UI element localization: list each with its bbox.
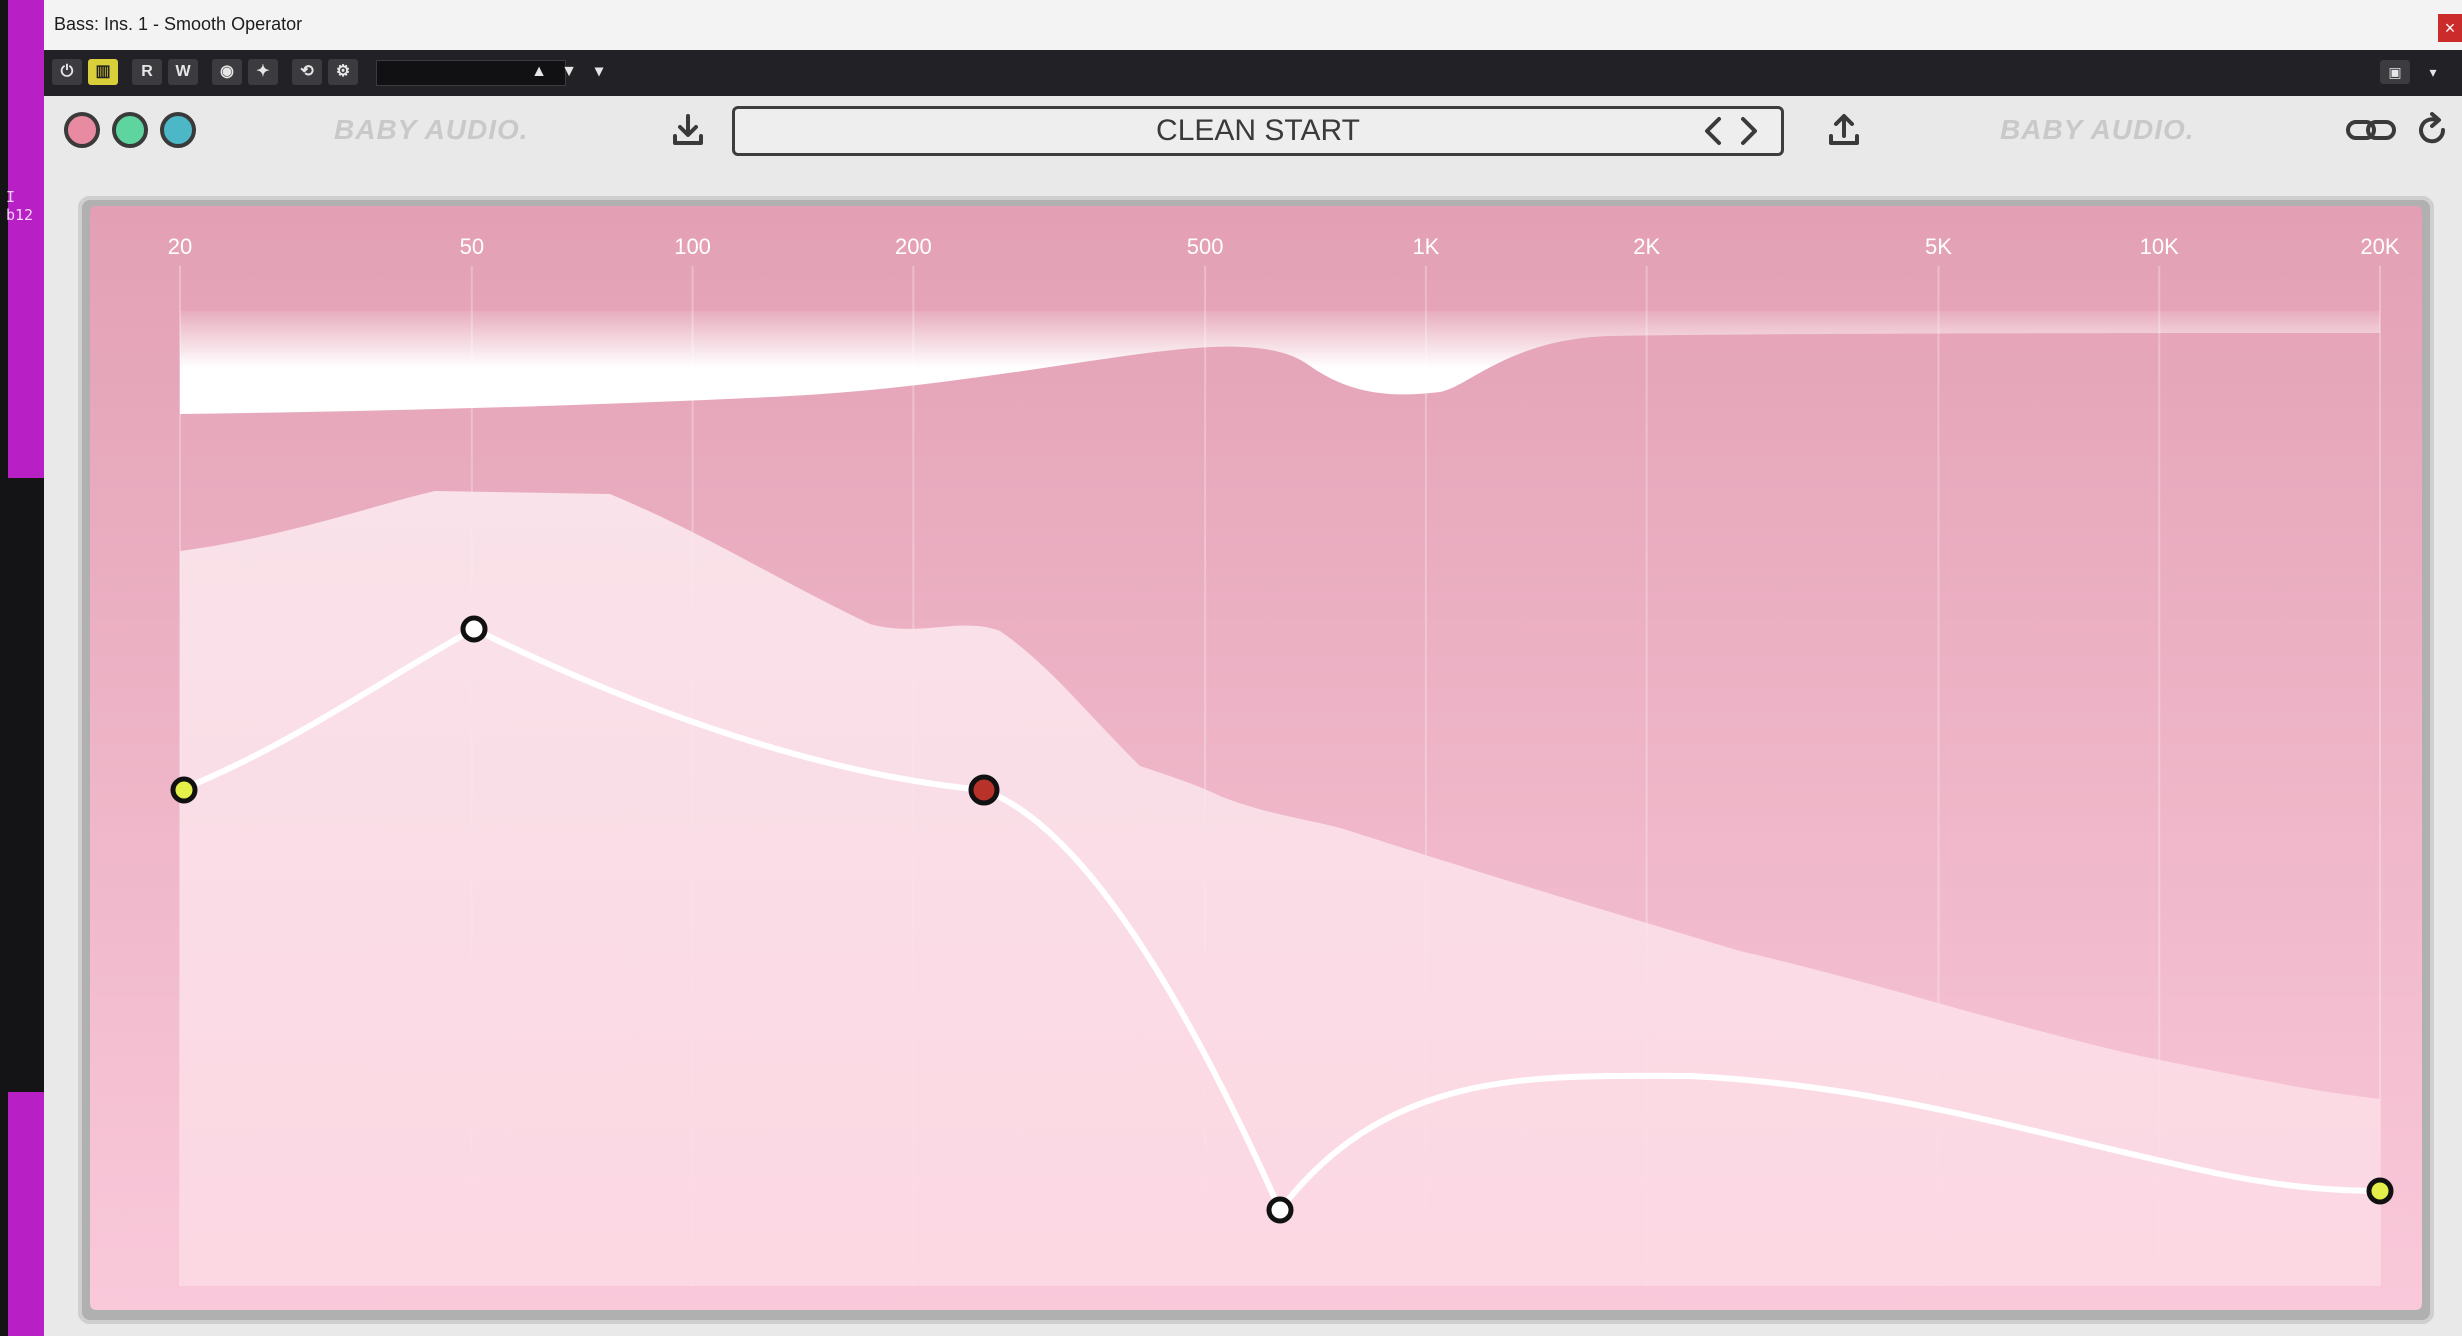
- mode-dot-green[interactable]: [112, 112, 148, 148]
- eq-node-notch[interactable]: [1266, 1196, 1294, 1224]
- plugin-body: BABY AUDIO. CLEAN START BABY AUDIO. 20 5…: [44, 96, 2462, 1336]
- title-bar[interactable]: Bass: Ins. 1 - Smooth Operator ×: [44, 0, 2462, 51]
- plus-button[interactable]: ✦: [248, 59, 278, 85]
- sync-button[interactable]: ⟲: [292, 59, 322, 85]
- plugin-window: Bass: Ins. 1 - Smooth Operator × ⏻ ▥ R W…: [44, 0, 2462, 1336]
- freq-label: 10K: [2140, 234, 2179, 259]
- save-preset-icon[interactable]: [668, 110, 708, 150]
- close-button[interactable]: ×: [2438, 14, 2462, 42]
- window-title: Bass: Ins. 1 - Smooth Operator: [54, 14, 303, 34]
- preset-down-button[interactable]: ▼: [554, 59, 584, 85]
- freq-label: 20K: [2360, 234, 2399, 259]
- host-toolbar: ⏻ ▥ R W ◉ ✦ ⟲ ⚙ ▲ ▼ ▾ ▣ ▾: [44, 50, 2462, 96]
- eq-node-high-shelf[interactable]: [2366, 1177, 2394, 1205]
- freq-label: 200: [895, 234, 932, 259]
- eq-display[interactable]: 20 50 100 200 500 1K 2K 5K 10K 20K: [90, 206, 2422, 1310]
- power-button[interactable]: ⏻: [52, 59, 82, 85]
- chevron-right-icon[interactable]: [1731, 111, 1765, 151]
- freq-label: 100: [674, 234, 711, 259]
- preset-name: CLEAN START: [1156, 114, 1360, 147]
- camera-button[interactable]: ▣: [2380, 60, 2410, 84]
- daw-track-clip-lower[interactable]: [8, 1092, 44, 1336]
- daw-track-strip: I b12: [0, 0, 44, 1336]
- preset-selector[interactable]: CLEAN START: [732, 106, 1784, 156]
- eq-node-bell[interactable]: [968, 774, 1000, 806]
- freq-label: 2K: [1633, 234, 1660, 259]
- preset-up-button[interactable]: ▲: [524, 59, 554, 85]
- read-automation-button[interactable]: R: [132, 59, 162, 85]
- preset-menu-button[interactable]: ▾: [584, 59, 614, 85]
- write-automation-button[interactable]: W: [168, 59, 198, 85]
- mode-dot-teal[interactable]: [160, 112, 196, 148]
- freq-label: 5K: [1925, 234, 1952, 259]
- plugin-header: BABY AUDIO. CLEAN START BABY AUDIO.: [44, 96, 2462, 166]
- freq-label: 1K: [1412, 234, 1439, 259]
- mode-dot-pink[interactable]: [64, 112, 100, 148]
- eq-node-bell[interactable]: [460, 615, 488, 643]
- chevron-left-icon[interactable]: [1697, 111, 1731, 151]
- daw-track-clip[interactable]: [8, 0, 44, 478]
- eq-node-low-shelf[interactable]: [170, 776, 198, 804]
- brand-logo-left: BABY AUDIO.: [334, 114, 529, 145]
- export-preset-icon[interactable]: [1824, 110, 1864, 150]
- compare-button[interactable]: ◉: [212, 59, 242, 85]
- reset-icon[interactable]: [2412, 110, 2452, 150]
- link-icon[interactable]: [2344, 110, 2398, 150]
- freq-label: 500: [1187, 234, 1224, 259]
- toolbar-menu-button[interactable]: ▾: [2418, 60, 2448, 84]
- brand-logo-right: BABY AUDIO.: [2000, 114, 2195, 145]
- settings-button[interactable]: ⚙: [328, 59, 358, 85]
- freq-label: 50: [460, 234, 484, 259]
- bypass-button[interactable]: ▥: [88, 59, 118, 85]
- daw-clip-label: I b12: [6, 188, 34, 224]
- freq-label: 20: [168, 234, 192, 259]
